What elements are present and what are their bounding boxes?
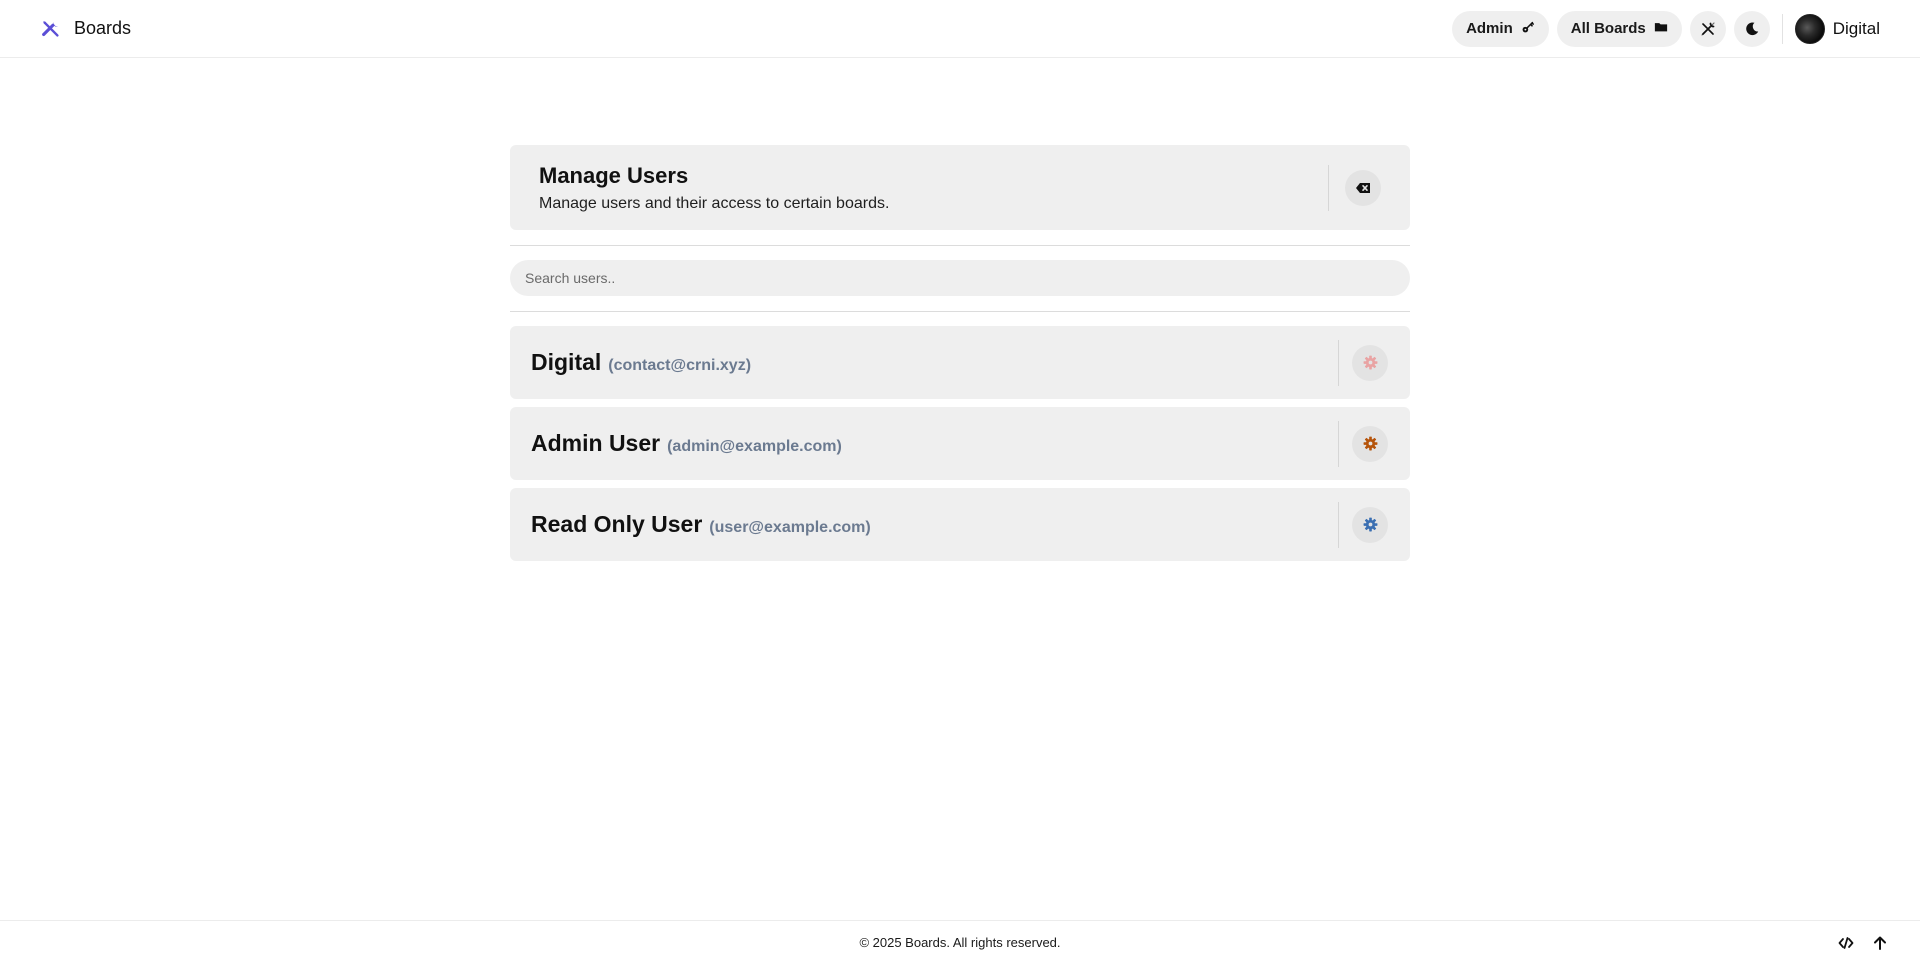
page-title: Manage Users — [539, 162, 689, 188]
user-menu[interactable]: Digital — [1794, 13, 1880, 44]
code-icon[interactable] — [1838, 935, 1854, 951]
page-subtitle: Manage users and their access to certain… — [539, 194, 890, 212]
admin-label: Admin — [1466, 20, 1513, 37]
vertical-divider — [1328, 164, 1329, 211]
user-info: Digital (contact@crni.xyz) — [531, 349, 751, 376]
user-list: Digital (contact@crni.xyz) Admin User (a… — [510, 326, 1410, 561]
user-name: Admin User — [531, 430, 661, 456]
header-actions-area — [1328, 164, 1381, 211]
brand-name: Boards — [74, 18, 132, 38]
header-text: Manage Users Manage users and their acce… — [539, 163, 889, 213]
search-users-input[interactable] — [510, 260, 1410, 296]
current-user-name: Digital — [1832, 18, 1880, 38]
avatar[interactable] — [1794, 13, 1825, 44]
user-settings-button[interactable] — [1352, 506, 1388, 543]
crossed-tools-icon — [1700, 21, 1716, 37]
user-email: (user@example.com) — [709, 519, 871, 536]
list-item: Read Only User (user@example.com) — [510, 488, 1410, 561]
row-actions — [1338, 339, 1388, 386]
all-boards-button[interactable]: All Boards — [1556, 10, 1682, 47]
nav-divider — [1781, 13, 1783, 44]
gear-icon — [1363, 517, 1378, 532]
folder-icon — [1654, 20, 1668, 38]
user-name: Read Only User — [531, 511, 703, 537]
user-settings-button[interactable] — [1352, 344, 1388, 381]
manage-users-header: Manage Users Manage users and their acce… — [510, 145, 1410, 230]
user-name: Digital — [531, 349, 602, 375]
theme-toggle-button[interactable] — [1733, 10, 1770, 47]
brand[interactable]: Boards — [40, 18, 131, 40]
key-icon — [1521, 20, 1535, 38]
close-panel-button[interactable] — [1345, 169, 1381, 206]
vertical-divider — [1338, 501, 1339, 548]
user-settings-button[interactable] — [1352, 425, 1388, 462]
all-boards-label: All Boards — [1570, 20, 1646, 37]
row-actions — [1338, 501, 1388, 548]
tools-icon — [40, 18, 62, 40]
row-actions — [1338, 420, 1388, 467]
arrow-up-icon[interactable] — [1872, 935, 1888, 951]
list-item: Admin User (admin@example.com) — [510, 407, 1410, 480]
user-info: Read Only User (user@example.com) — [531, 511, 871, 538]
divider — [510, 245, 1410, 246]
user-email: (admin@example.com) — [667, 438, 842, 455]
top-navbar: Boards Admin All Boards Digital — [0, 0, 1920, 58]
user-info: Admin User (admin@example.com) — [531, 430, 842, 457]
user-email: (contact@crni.xyz) — [608, 357, 752, 374]
backspace-icon — [1355, 180, 1371, 196]
footer-actions — [1838, 921, 1888, 963]
admin-button[interactable]: Admin — [1452, 10, 1549, 47]
vertical-divider — [1338, 420, 1339, 467]
toggle-tools-button[interactable] — [1689, 10, 1726, 47]
copyright-text: © 2025 Boards. All rights reserved. — [859, 934, 1061, 950]
gear-icon — [1363, 355, 1378, 370]
divider — [510, 311, 1410, 312]
list-item: Digital (contact@crni.xyz) — [510, 326, 1410, 399]
header-actions: Admin All Boards Digital — [1452, 10, 1880, 47]
footer: © 2025 Boards. All rights reserved. — [0, 920, 1920, 963]
moon-icon — [1744, 21, 1760, 37]
gear-icon — [1363, 436, 1378, 451]
vertical-divider — [1338, 339, 1339, 386]
manage-users-panel: Manage Users Manage users and their acce… — [510, 145, 1410, 561]
